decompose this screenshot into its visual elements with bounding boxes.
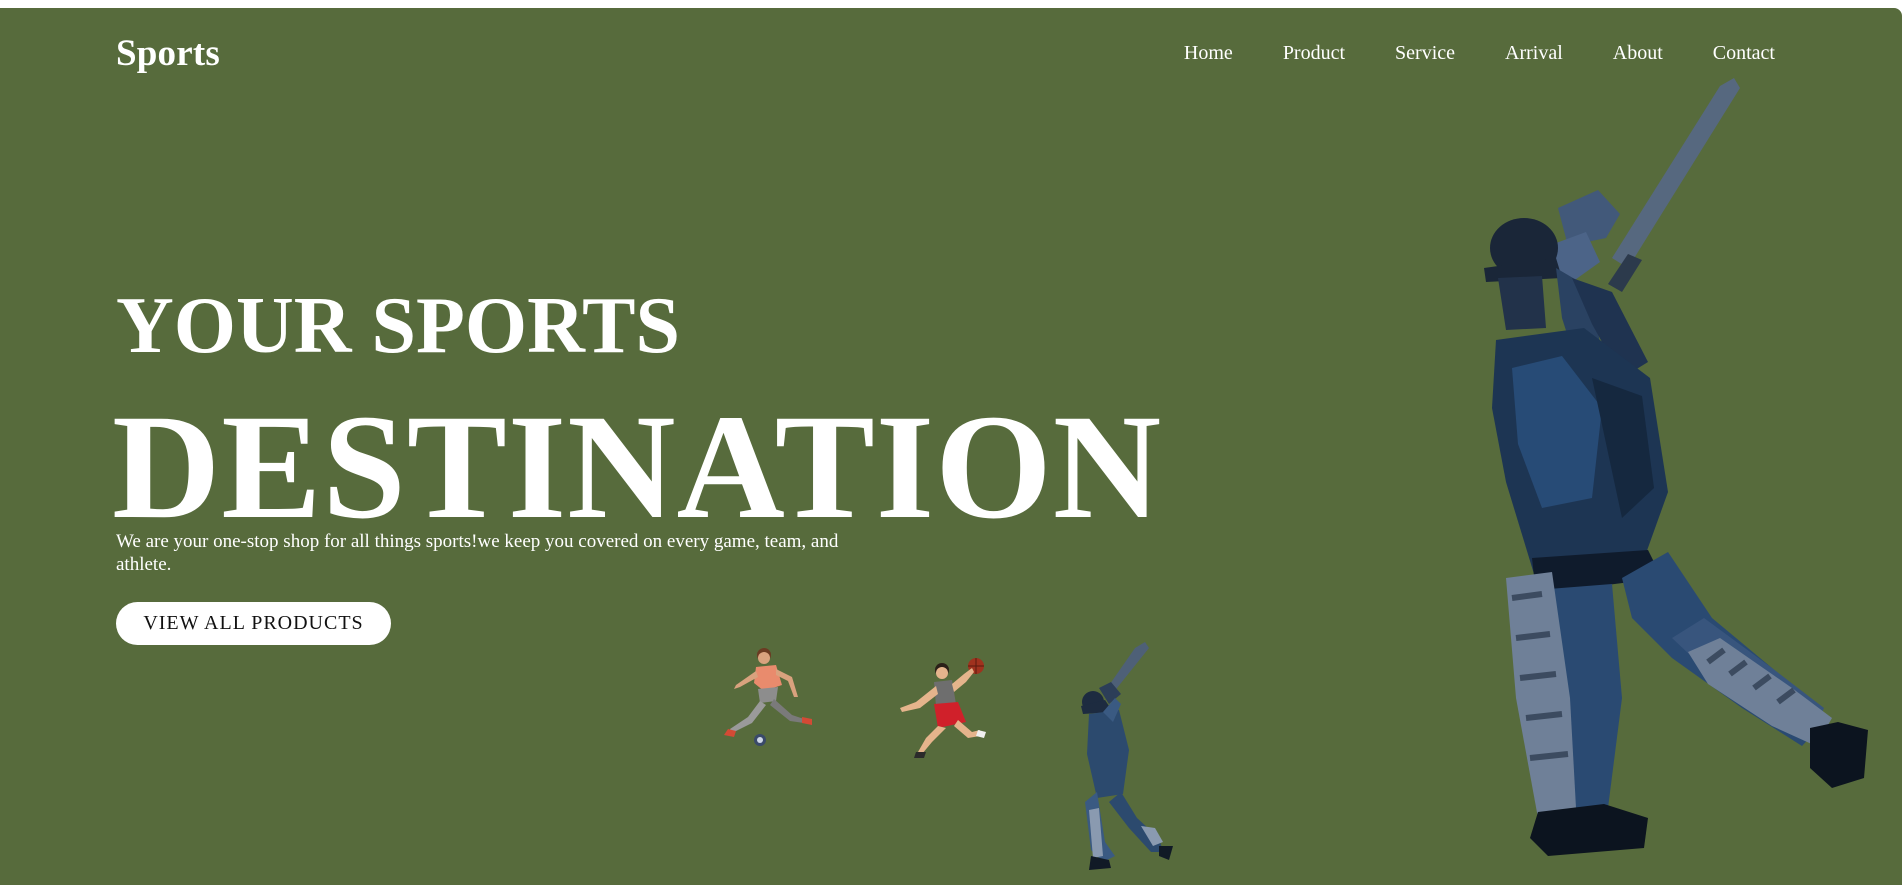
site-logo[interactable]: Sports bbox=[116, 32, 220, 75]
hero-heading-line1: YOUR SPORTS bbox=[116, 282, 680, 370]
nav-service-link[interactable]: Service bbox=[1395, 42, 1455, 65]
main-nav: Home Product Service Arrival About Conta… bbox=[1184, 42, 1775, 65]
nav-about-link[interactable]: About bbox=[1613, 42, 1663, 65]
hero-section: Sports Home Product Service Arrival Abou… bbox=[0, 8, 1902, 885]
nav-product-link[interactable]: Product bbox=[1283, 42, 1345, 65]
nav-contact-link[interactable]: Contact bbox=[1713, 42, 1775, 65]
cricketer-small-image bbox=[1081, 642, 1173, 870]
view-all-products-button[interactable]: VIEW ALL PRODUCTS bbox=[116, 602, 391, 645]
nav-home-link[interactable]: Home bbox=[1184, 42, 1233, 65]
hero-heading-line2: DESTINATION bbox=[112, 384, 1163, 550]
nav-arrival-link[interactable]: Arrival bbox=[1505, 42, 1563, 65]
footballer-image bbox=[724, 648, 812, 746]
hero-description: We are your one-stop shop for all things… bbox=[116, 531, 839, 575]
basketball-player-image bbox=[900, 658, 986, 758]
cricketer-large-image bbox=[1484, 78, 1868, 856]
